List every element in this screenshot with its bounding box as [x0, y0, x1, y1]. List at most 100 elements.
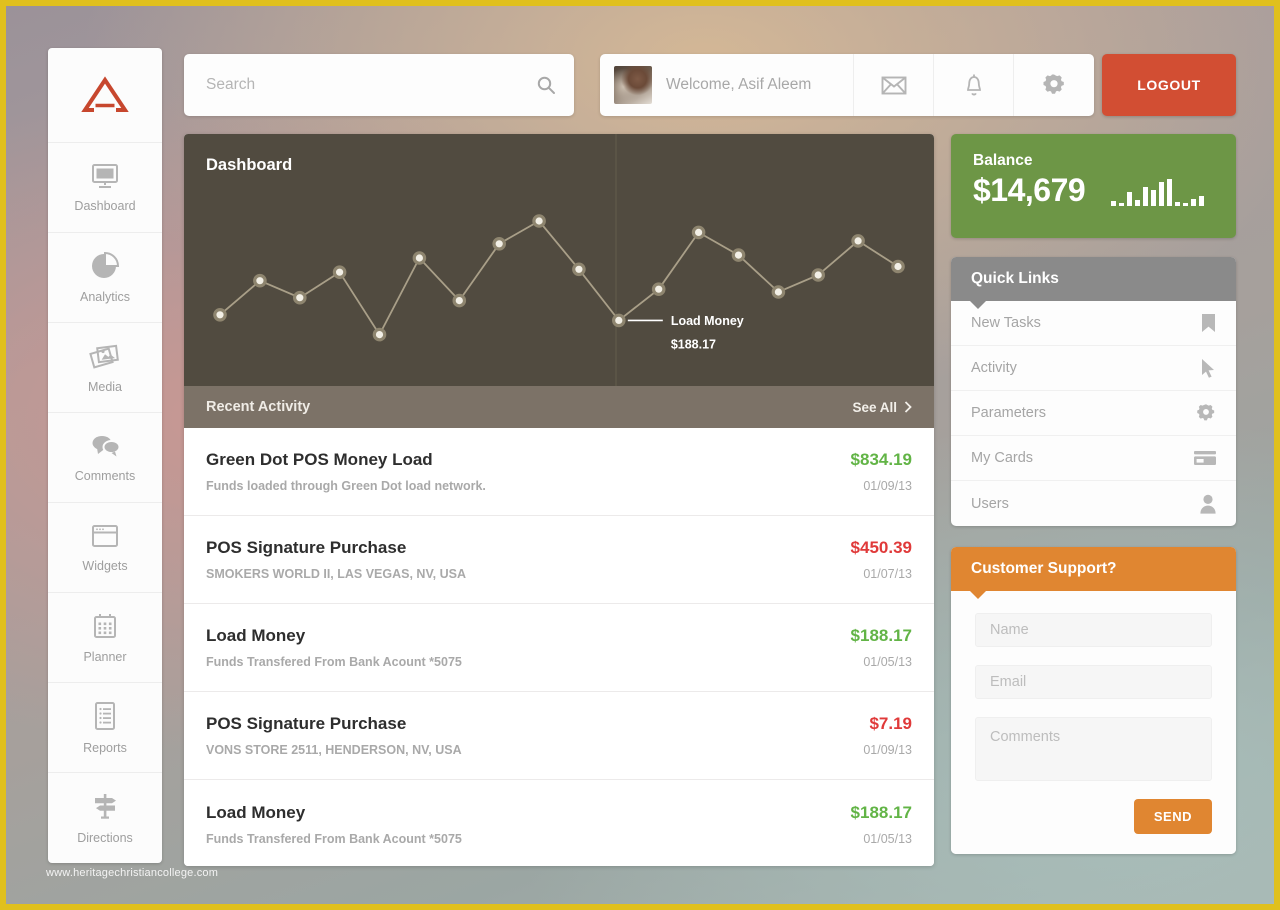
logout-button[interactable]: LOGOUT: [1102, 54, 1236, 116]
chart-point[interactable]: [891, 259, 905, 274]
chart-point[interactable]: [572, 262, 586, 277]
chart-point[interactable]: [731, 248, 746, 262]
brand-logo[interactable]: [48, 48, 162, 143]
comments-field[interactable]: [975, 717, 1212, 781]
quick-link-parameters[interactable]: Parameters: [951, 391, 1236, 436]
bell-icon: [964, 73, 984, 97]
chart-point[interactable]: [532, 214, 546, 228]
quick-link-label: Users: [971, 495, 1009, 512]
quick-link-activity[interactable]: Activity: [951, 346, 1236, 391]
dashboard-chart: Dashboard Load Money $188.17: [184, 134, 934, 386]
sidebar-item-reports[interactable]: Reports: [48, 683, 162, 773]
sidebar-item-comments[interactable]: Comments: [48, 413, 162, 503]
sidebar-item-media[interactable]: Media: [48, 323, 162, 413]
sidebar-item-label: Planner: [83, 649, 127, 664]
main-panel: Dashboard Load Money $188.17 Recent Acti…: [184, 134, 934, 866]
chart-point[interactable]: [691, 225, 706, 240]
activity-title: POS Signature Purchase: [206, 714, 407, 733]
quick-link-label: My Cards: [971, 450, 1034, 466]
chart-point[interactable]: [293, 290, 307, 305]
sparkline-bar: [1111, 200, 1117, 206]
sidebar-item-dashboard[interactable]: Dashboard: [48, 143, 162, 233]
settings-button[interactable]: [1014, 54, 1094, 116]
document-icon: [92, 701, 118, 731]
sidebar-item-planner[interactable]: Planner: [48, 593, 162, 683]
table-row[interactable]: Load Money Funds Transfered From Bank Aco…: [184, 604, 934, 692]
sidebar-item-widgets[interactable]: Widgets: [48, 503, 162, 593]
send-button[interactable]: SEND: [1133, 799, 1212, 834]
quick-link-new-tasks[interactable]: New Tasks: [951, 301, 1236, 346]
sidebar-item-label: Media: [87, 379, 123, 394]
email-field[interactable]: [975, 665, 1212, 699]
chart-point[interactable]: [771, 285, 786, 299]
quick-links-list: New Tasks Activity Parameters My Cards Users: [951, 301, 1236, 526]
activity-description: Funds Transfered From Bank Acount *5075: [206, 655, 462, 669]
quick-link-my-cards[interactable]: My Cards: [951, 436, 1236, 481]
sparkline-bar: [1151, 189, 1157, 206]
search-icon[interactable]: [536, 75, 556, 95]
balance-title: Balance: [973, 152, 1033, 169]
activity-title: POS Signature Purchase: [206, 538, 407, 557]
chart-point[interactable]: [492, 237, 506, 251]
signpost-icon: [90, 791, 120, 821]
activity-amount: $7.19: [869, 714, 912, 733]
chart-point[interactable]: [213, 308, 227, 322]
sparkline-bar: [1143, 187, 1149, 206]
chart-point[interactable]: [332, 265, 347, 279]
search-input[interactable]: [206, 76, 536, 94]
quick-link-users[interactable]: Users: [951, 481, 1236, 526]
chart-point[interactable]: [651, 282, 666, 296]
customer-support-form: SEND: [951, 591, 1236, 854]
activity-amount: $188.17: [850, 626, 912, 645]
sparkline-bar: [1135, 200, 1141, 206]
triangle-logo-icon: [81, 76, 129, 114]
user-toolbar: Welcome, Asif Aleem: [600, 54, 1094, 116]
sparkline-bar: [1175, 202, 1181, 206]
chart-point[interactable]: [811, 268, 825, 282]
activity-meta: $188.17 01/05/13: [851, 626, 912, 669]
gear-icon: [1196, 403, 1216, 423]
sparkline-bar: [1183, 203, 1189, 206]
welcome-message: Welcome, Asif Aleem: [666, 76, 812, 93]
activity-info: Load Money Funds Transfered From Bank Aco…: [206, 803, 462, 846]
line-chart-svg: Load Money $188.17: [213, 134, 905, 386]
activity-meta: $188.17 01/05/13: [851, 803, 912, 846]
sidebar-item-label: Directions: [77, 831, 133, 845]
balance-card: Balance $14,679: [951, 134, 1236, 238]
recent-activity-title: Recent Activity: [206, 399, 311, 415]
chart-point[interactable]: [611, 313, 626, 328]
activity-amount: $834.19: [850, 450, 912, 469]
chart-point[interactable]: [253, 273, 267, 288]
quick-links-header: Quick Links: [951, 257, 1236, 309]
window-icon: [90, 523, 120, 549]
chart-point[interactable]: [412, 251, 427, 265]
mail-button[interactable]: [854, 54, 934, 116]
search-bar[interactable]: [184, 54, 574, 116]
balance-amount: $14,679: [973, 172, 1086, 208]
notifications-button[interactable]: [934, 54, 1014, 116]
chart-point[interactable]: [452, 293, 467, 308]
see-all-link[interactable]: See All: [852, 400, 912, 415]
annotation-label: Load Money: [671, 314, 744, 328]
activity-title: Green Dot POS Money Load: [206, 450, 433, 469]
table-row[interactable]: Green Dot POS Money Load Funds loaded thr…: [184, 428, 934, 516]
activity-info: Load Money Funds Transfered From Bank Aco…: [206, 626, 462, 669]
activity-meta: $834.19 01/09/13: [851, 450, 912, 493]
user-profile[interactable]: Welcome, Asif Aleem: [600, 54, 854, 116]
sidebar-item-analytics[interactable]: Analytics: [48, 233, 162, 323]
sparkline-bar: [1159, 182, 1165, 206]
table-row[interactable]: POS Signature Purchase SMOKERS WORLD II, …: [184, 516, 934, 604]
name-field[interactable]: [975, 613, 1212, 647]
activity-info: POS Signature Purchase SMOKERS WORLD II, …: [206, 538, 466, 581]
table-row[interactable]: POS Signature Purchase VONS STORE 2511, H…: [184, 692, 934, 780]
chart-point[interactable]: [372, 327, 387, 342]
activity-description: VONS STORE 2511, HENDERSON, NV, USA: [206, 743, 462, 757]
sparkline-bar: [1119, 203, 1125, 206]
chart-point[interactable]: [851, 234, 865, 248]
table-row[interactable]: Load Money Funds Transfered From Bank Aco…: [184, 780, 934, 866]
sidebar-item-label: Reports: [83, 740, 127, 755]
sidebar-item-directions[interactable]: Directions: [48, 773, 162, 863]
watermark: www.heritagechristiancollege.com: [46, 867, 219, 879]
activity-info: POS Signature Purchase VONS STORE 2511, H…: [206, 714, 462, 757]
cursor-arrow-icon: [1200, 358, 1216, 378]
